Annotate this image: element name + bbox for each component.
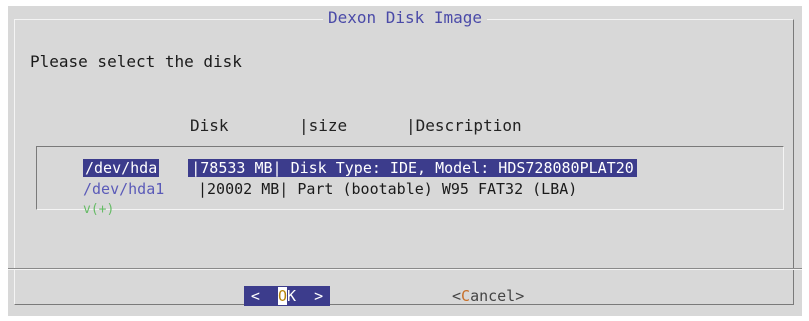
disk-list-item-hda1[interactable]: /dev/hda1 |20002 MB| Part (bootable) W95 …: [83, 180, 577, 198]
ok-button-left: <: [250, 287, 278, 305]
disk-list-item-hda[interactable]: /dev/hda |78533 MB| Disk Type: IDE, Model…: [83, 159, 637, 177]
disk-device-name: /dev/hda: [83, 159, 160, 177]
column-header-size: |size: [299, 116, 348, 135]
cancel-button[interactable]: <Cancel>: [452, 286, 524, 306]
ok-button-hotkey: O: [277, 287, 287, 305]
select-disk-prompt: Please select the disk: [30, 52, 242, 71]
disk-info: |78533 MB| Disk Type: IDE, Model: HDS728…: [188, 159, 637, 177]
ok-button-rest: K >: [287, 287, 324, 305]
ok-button[interactable]: < OK >: [244, 286, 330, 306]
dialog-title-text: Dexon Disk Image: [322, 8, 488, 27]
disk-list[interactable]: [36, 146, 784, 210]
scroll-more-indicator[interactable]: v(+): [83, 202, 114, 218]
column-header-disk: Disk: [190, 116, 229, 135]
disk-device-name: /dev/hda1: [83, 180, 165, 198]
dialog-title: Dexon Disk Image: [8, 8, 802, 28]
column-header-description: |Description: [406, 116, 522, 135]
cancel-button-rest: ancel>: [470, 287, 525, 305]
cancel-button-left: <: [452, 287, 462, 305]
button-separator: [8, 268, 802, 270]
cancel-button-hotkey: C: [461, 287, 471, 305]
disk-select-dialog: Dexon Disk Image Please select the disk …: [8, 6, 802, 316]
disk-info: |20002 MB| Part (bootable) W95 FAT32 (LB…: [198, 180, 578, 198]
